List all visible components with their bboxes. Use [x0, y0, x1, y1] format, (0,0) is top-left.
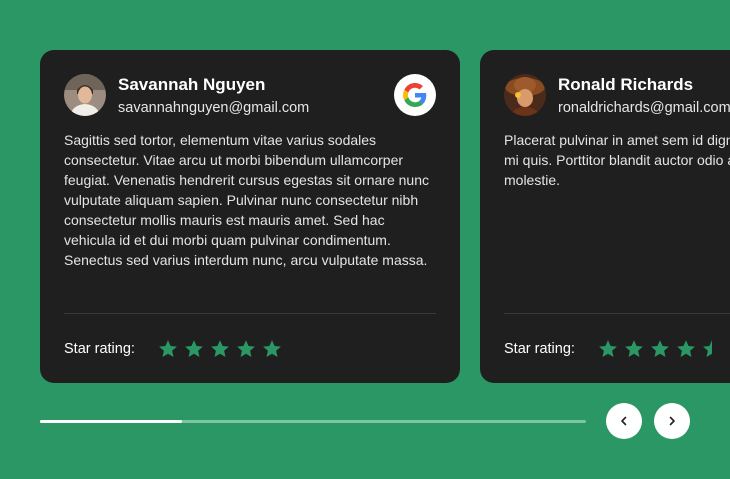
star-icon: [677, 340, 695, 357]
chevron-right-icon: [669, 416, 675, 426]
previous-button[interactable]: [606, 403, 642, 439]
reviewer-name: Savannah Nguyen: [118, 75, 266, 94]
review-card: Ronald Richards ronaldrichards@gmail.com…: [480, 50, 730, 383]
star-icon: [625, 340, 643, 357]
star-rating: [598, 339, 722, 359]
reviewer-name: Ronald Richards: [558, 75, 694, 94]
reviewer-email: ronaldrichards@gmail.com: [558, 100, 730, 116]
review-text: Placerat pulvinar in amet sem id digniss…: [504, 132, 730, 188]
avatar: [504, 74, 546, 116]
star-icon: [211, 340, 229, 357]
star-icon: [651, 340, 669, 357]
half-star-icon: [703, 340, 712, 357]
star-icon: [237, 340, 255, 357]
star-rating-label: Star rating:: [64, 341, 135, 357]
review-text: Sagittis sed tortor, elementum vitae var…: [64, 132, 429, 268]
divider: [504, 313, 730, 314]
avatar: [64, 74, 106, 116]
star-rating-label: Star rating:: [504, 341, 575, 357]
star-icon: [263, 340, 281, 357]
reviewer-email: savannahnguyen@gmail.com: [118, 100, 310, 116]
star-icon: [185, 340, 203, 357]
divider: [64, 313, 436, 314]
carousel-progress-fill: [40, 420, 182, 423]
carousel-progress-bar[interactable]: [40, 420, 586, 423]
star-icon: [159, 340, 177, 357]
chevron-left-icon: [621, 416, 627, 426]
star-rating: [158, 339, 282, 359]
next-button[interactable]: [654, 403, 690, 439]
google-icon: [394, 74, 436, 116]
review-card: Savannah Nguyen savannahnguyen@gmail.com…: [40, 50, 460, 383]
star-icon: [599, 340, 617, 357]
